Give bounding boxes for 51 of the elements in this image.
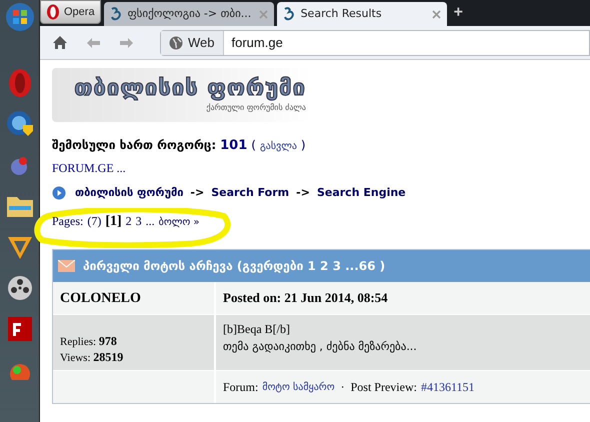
views-count: Views: 28519 (60, 350, 124, 366)
site-link[interactable]: FORUM.GE ... (52, 158, 590, 176)
tab-title: ფსიქოლოგია -> თბი... (128, 6, 252, 22)
breadcrumb-link[interactable]: თბილისის ფორუმი (75, 184, 184, 201)
forum-label: Forum: (223, 379, 258, 396)
breadcrumb-link[interactable]: Search Engine (316, 184, 406, 201)
envelope-icon (58, 260, 75, 272)
ellipsis: ... (146, 213, 155, 230)
paren: ( (251, 137, 256, 154)
post-date: Posted on: 21 Jun 2014, 08:54 (222, 289, 389, 308)
preview-link[interactable]: #41361151 (420, 378, 475, 396)
username: 101 (220, 137, 248, 155)
address-bar[interactable]: Web forum.ge (160, 30, 590, 56)
breadcrumb-arrow: -> (190, 184, 204, 200)
page-count: (7) (87, 213, 102, 230)
post-text: თემა გადაიკითხე , ძებნა მეზარება... (223, 339, 418, 355)
forum-link[interactable]: მოტო სამყარო (262, 380, 335, 394)
logo-subtitle: ქართული ფორუმის ძალა (206, 102, 306, 114)
last-page-link[interactable]: ბოლო » (158, 215, 200, 230)
play-icon (52, 186, 66, 200)
tab-title: Search Results (300, 6, 383, 22)
opera-menu-button[interactable]: Opera (40, 0, 101, 24)
page-link[interactable]: 3 (136, 212, 142, 230)
new-tab-button[interactable]: + (450, 5, 467, 21)
start-orb-icon[interactable] (4, 2, 34, 32)
pages-label: Pages: (52, 213, 84, 230)
globe-icon (169, 36, 183, 50)
page-icon (282, 7, 296, 21)
browser-tab[interactable]: Search Results (276, 2, 447, 26)
search-engine-label: Web (188, 34, 214, 52)
opera-logo-icon (46, 4, 60, 20)
back-arrow-icon[interactable] (86, 36, 101, 48)
home-icon[interactable] (52, 35, 68, 50)
breadcrumb-arrow: -> (296, 184, 310, 200)
current-page: [1] (105, 213, 122, 231)
close-icon[interactable] (432, 10, 441, 18)
breadcrumb-link[interactable]: Search Form (211, 184, 290, 201)
paren: ) (300, 137, 306, 154)
separator: · (340, 379, 345, 396)
forward-arrow-icon[interactable] (119, 36, 134, 48)
search-engine-button[interactable]: Web (161, 30, 224, 54)
preview-label: Post Preview: (350, 379, 417, 396)
browser-tab[interactable]: ფსიქოლოგია -> თბი... (104, 2, 274, 26)
post-text: [b]Beqa B[/b] (223, 321, 291, 338)
address-text: forum.ge (230, 34, 283, 52)
logo-title: თბილისის ფორუმი (74, 76, 306, 102)
page-icon (110, 7, 123, 21)
login-label: შემოსული ხართ როგორც: (52, 137, 216, 154)
replies-count: Replies: 978 (60, 334, 118, 350)
page-link[interactable]: 2 (126, 212, 132, 230)
logout-link[interactable]: გასვლა (260, 139, 297, 154)
